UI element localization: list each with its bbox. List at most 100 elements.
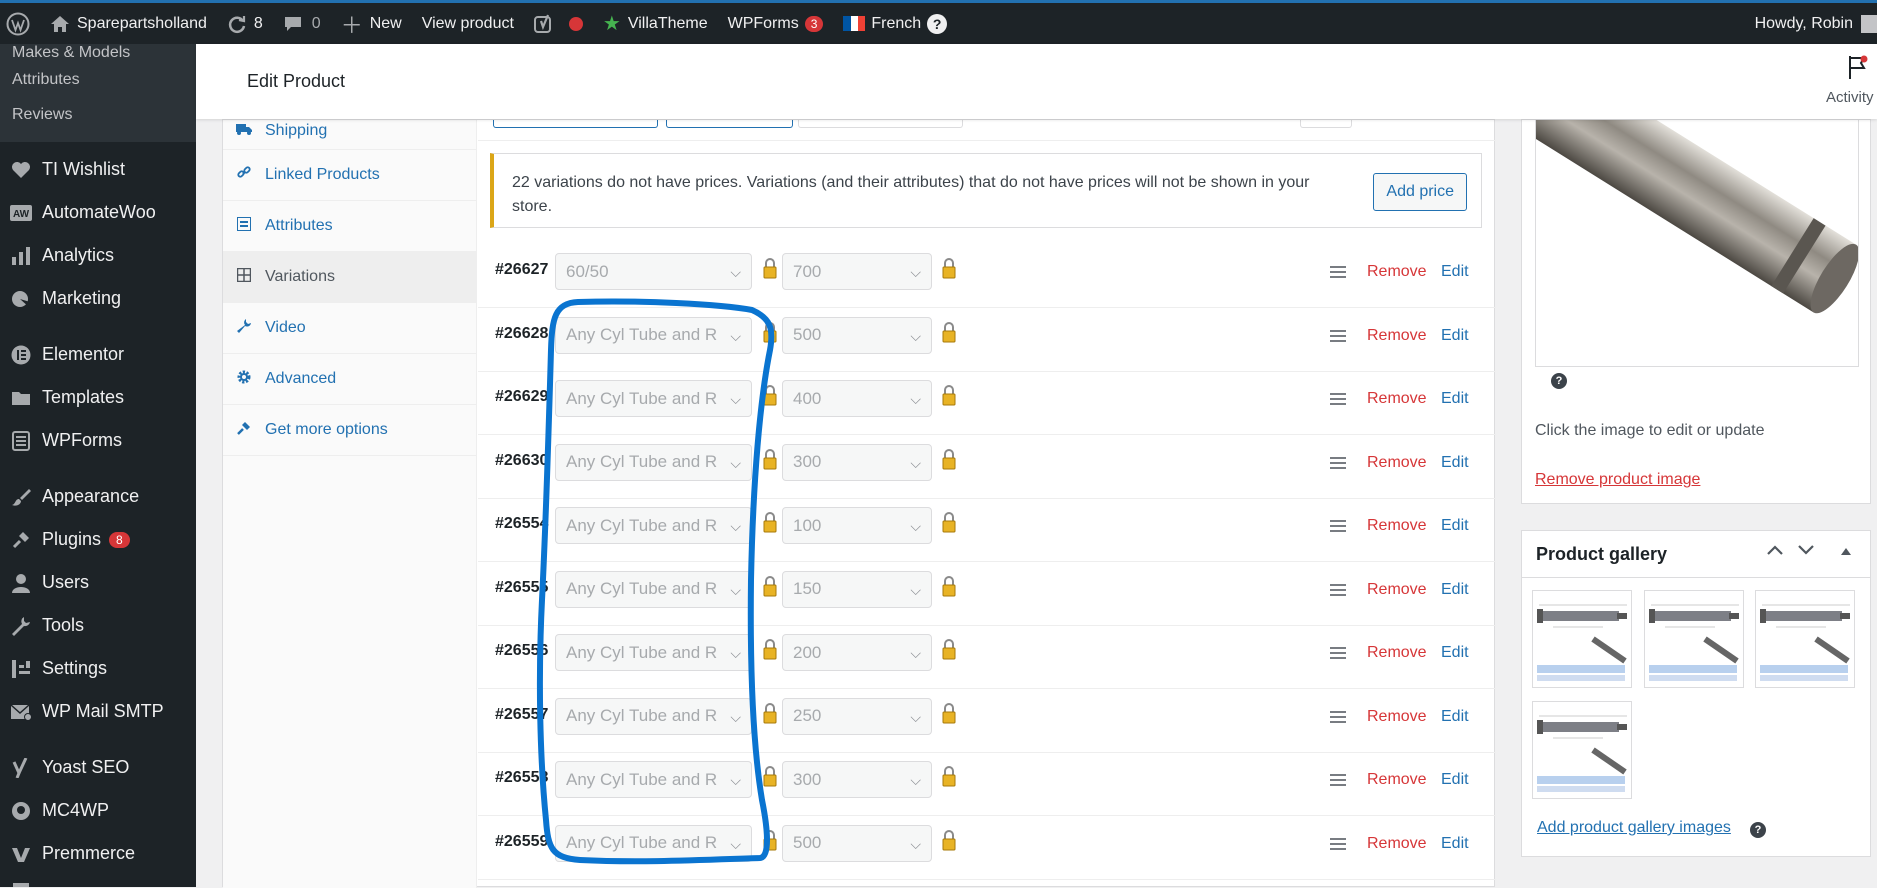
remove-variation-link[interactable]: Remove [1367,835,1427,853]
remove-variation-link[interactable]: Remove [1367,708,1427,726]
cylinder-attribute-select[interactable]: Any Cyl Tube and R ⌵ [555,507,752,544]
new-content-link[interactable]: ＋ New [331,3,412,44]
remove-variation-link[interactable]: Remove [1367,517,1427,535]
edit-variation-link[interactable]: Edit [1441,581,1469,599]
cylinder-attribute-select[interactable]: 60/50 ⌵ [555,253,752,290]
cylinder-attribute-select[interactable]: Any Cyl Tube and R ⌵ [555,316,752,354]
lock-icon[interactable] [762,448,778,470]
length-attribute-select[interactable]: 200 ⌵ [782,634,932,671]
sidebar-item-templates[interactable]: Templates [0,376,196,419]
remove-variation-link[interactable]: Remove [1367,644,1427,662]
tab-linked-products[interactable]: Linked Products [223,150,476,201]
edit-variation-link[interactable]: Edit [1441,771,1469,789]
sidebar-item-tools[interactable]: Tools [0,604,196,647]
remove-variation-link[interactable]: Remove [1367,263,1427,281]
remove-variation-link[interactable]: Remove [1367,581,1427,599]
gallery-thumbnail[interactable] [1644,590,1744,688]
sidebar-item-yoast-seo[interactable]: Yoast SEO [0,746,196,789]
cylinder-attribute-select[interactable]: Any Cyl Tube and R ⌵ [555,380,752,417]
lock-icon[interactable] [762,829,778,851]
length-attribute-select[interactable]: 150 ⌵ [782,570,932,608]
site-name-link[interactable]: Sparepartsholland [40,3,217,44]
lock-icon[interactable] [762,511,778,533]
drag-handle-icon[interactable] [1330,393,1346,405]
tab-attributes[interactable]: Attributes [223,201,476,252]
edit-variation-link[interactable]: Edit [1441,835,1469,853]
lock-icon[interactable] [941,765,957,787]
sidebar-item-partial[interactable] [0,875,196,887]
sidebar-item-plugins[interactable]: Plugins 8 [0,518,196,561]
edit-variation-link[interactable]: Edit [1441,390,1469,408]
length-attribute-select[interactable]: 500 ⌵ [782,316,932,354]
gallery-thumbnail[interactable] [1755,590,1855,688]
lock-icon[interactable] [941,702,957,724]
view-product-link[interactable]: View product [412,3,524,44]
image-help-icon[interactable]: ? [1551,373,1567,389]
lock-icon[interactable] [941,829,957,851]
edit-variation-link[interactable]: Edit [1441,644,1469,662]
toolbar-button[interactable] [1300,120,1352,128]
lock-icon[interactable] [762,638,778,660]
length-attribute-select[interactable]: 700 ⌵ [782,253,932,290]
lock-icon[interactable] [941,638,957,660]
tab-advanced[interactable]: Advanced [223,354,476,405]
wordpress-logo[interactable] [0,3,40,44]
remove-variation-link[interactable]: Remove [1367,454,1427,472]
cylinder-attribute-select[interactable]: Any Cyl Tube and R ⌵ [555,697,752,735]
toolbar-button[interactable] [798,120,963,128]
cylinder-attribute-select[interactable]: Any Cyl Tube and R ⌵ [555,634,752,671]
my-account-link[interactable]: Howdy, Robin [1745,3,1877,44]
drag-handle-icon[interactable] [1330,583,1346,596]
remove-variation-link[interactable]: Remove [1367,390,1427,408]
add-gallery-images-link[interactable]: Add product gallery images [1537,819,1731,837]
remove-variation-link[interactable]: Remove [1367,327,1427,345]
lock-icon[interactable] [762,702,778,724]
drag-handle-icon[interactable] [1330,647,1346,659]
sidebar-item-wpforms[interactable]: WPForms [0,419,196,462]
toggle-panel-icon[interactable] [1840,543,1852,561]
edit-variation-link[interactable]: Edit [1441,263,1469,281]
drag-handle-icon[interactable] [1330,266,1346,278]
lock-icon[interactable] [762,765,778,787]
help-icon[interactable]: ? [927,13,948,34]
cylinder-attribute-select[interactable]: Any Cyl Tube and R ⌵ [555,570,752,608]
lock-icon[interactable] [941,321,957,343]
submenu-item[interactable]: Makes & Models [0,44,196,62]
sidebar-item-elementor[interactable]: Elementor [0,333,196,376]
lock-icon[interactable] [941,511,957,533]
length-attribute-select[interactable]: 500 ⌵ [782,824,932,862]
add-price-button[interactable]: Add price [1373,173,1467,211]
tab-video[interactable]: Video [223,303,476,354]
edit-variation-link[interactable]: Edit [1441,327,1469,345]
length-attribute-select[interactable]: 250 ⌵ [782,697,932,735]
product-image[interactable] [1535,120,1859,367]
lock-icon[interactable] [762,257,778,279]
lock-icon[interactable] [762,384,778,406]
length-attribute-select[interactable]: 300 ⌵ [782,443,932,481]
drag-handle-icon[interactable] [1330,774,1346,786]
lock-icon[interactable] [941,448,957,470]
sidebar-item-mc4wp[interactable]: MC4WP [0,789,196,832]
drag-handle-icon[interactable] [1330,710,1346,723]
move-down-icon[interactable] [1797,543,1815,561]
lock-icon[interactable] [941,384,957,406]
yoast-menu[interactable] [524,3,593,44]
language-switcher[interactable]: French ? [833,3,957,44]
remove-product-image-link[interactable]: Remove product image [1535,471,1700,489]
sidebar-item-automatewoo[interactable]: AW AutomateWoo [0,191,196,234]
gallery-help-icon[interactable]: ? [1750,822,1766,838]
length-attribute-select[interactable]: 400 ⌵ [782,380,932,417]
lock-icon[interactable] [941,575,957,597]
lock-icon[interactable] [941,257,957,279]
sidebar-item-appearance[interactable]: Appearance [0,475,196,518]
lock-icon[interactable] [762,321,778,343]
sidebar-item-analytics[interactable]: Analytics [0,234,196,277]
submenu-item[interactable]: Reviews [0,97,196,132]
toolbar-button[interactable] [666,120,793,128]
sidebar-item-ti-wishlist[interactable]: TI Wishlist [0,148,196,191]
wpforms-menu[interactable]: WPForms 3 [718,3,834,44]
gallery-thumbnail[interactable] [1532,590,1632,688]
updates-link[interactable]: 8 [217,3,273,44]
bulk-actions-select[interactable] [493,120,658,128]
gallery-thumbnail[interactable] [1532,701,1632,799]
